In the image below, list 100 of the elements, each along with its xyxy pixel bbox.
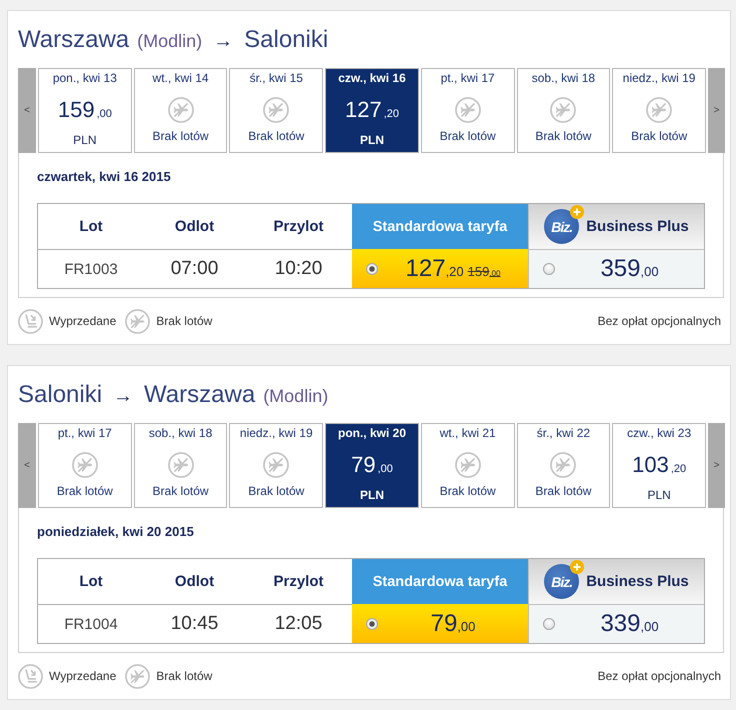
direction-arrow: → [213,29,234,54]
date-tile[interactable]: śr., kwi 22 Brak lotów [516,423,610,508]
column-title: Business Plus [586,218,689,235]
date-tile[interactable]: niedz., kwi 19 Brak lotów [612,68,706,153]
day-label: niedz., kwi 19 [240,425,313,441]
column-header: Lot [78,217,104,237]
currency-label: PLN [360,133,384,147]
radio-button[interactable] [366,262,378,274]
fee-note: Bez opłat opcjonalnych [598,314,721,328]
plane-slash-icon [454,97,481,123]
plus-badge-icon [570,560,584,574]
no-flights-label: Brak lotów [248,129,304,143]
day-label: sob., kwi 18 [148,425,212,441]
date-tile[interactable]: śr., kwi 15 Brak lotów [229,68,324,153]
radio-button[interactable] [543,618,555,630]
no-flights-label: Brak lotów [535,484,592,498]
flight-number: FR1004 [38,604,144,643]
legend-label: Wyprzedane [49,314,116,328]
city-name: Saloniki [18,380,102,410]
currency-label: PLN [73,133,97,147]
day-label: pt., kwi 17 [440,70,495,86]
day-label: pon., kwi 20 [338,425,406,441]
legend-label: Wyprzedane [49,669,116,683]
time-cell: 07:00 [144,249,245,288]
legend-label: Brak lotów [156,669,212,683]
date-tile[interactable]: czw., kwi 16 127,20 PLN [325,68,419,153]
plane-slash-icon [646,97,672,123]
next-button[interactable]: > [708,68,725,153]
fare-price: 79,00 [430,610,476,638]
plane-slash-icon [125,308,150,334]
previous-button[interactable]: < [18,68,36,153]
day-price: 127,20 [344,97,399,124]
date-tile[interactable]: pt., kwi 17 Brak lotów [420,68,515,153]
time-cell: 10:45 [144,604,245,643]
plane-slash-icon [168,97,194,123]
next-button[interactable]: > [708,423,725,508]
plane-slash-icon [454,452,481,478]
fare-price: 339,00 [600,610,659,638]
fee-note: Bez opłat opcjonalnych [598,669,721,683]
selected-date: poniedziałek, kwi 20 2015 [37,524,195,540]
column-header: Standardowa taryfa [352,204,528,249]
biz-logo: Biz. [544,209,580,244]
date-tile[interactable]: sob., kwi 18 Brak lotów [134,423,228,508]
day-label: wt., kwi 21 [440,425,496,441]
no-flights-label: Brak lotów [440,484,496,498]
date-tile[interactable]: wt., kwi 21 Brak lotów [420,423,515,508]
column-header: Odlot [174,217,216,237]
date-tile[interactable]: pon., kwi 20 79,00 PLN [325,423,419,508]
no-flights-label: Brak lotów [631,129,688,143]
seat-icon [18,308,43,334]
city-name: Warszawa [18,25,130,55]
airport-name: (Modlin) [263,385,328,408]
day-label: czw., kwi 16 [338,70,406,86]
city-name: Saloniki [244,25,328,55]
no-flights-label: Brak lotów [56,484,113,498]
column-header: Odlot [174,572,216,592]
date-tile[interactable]: czw., kwi 23 103,20 PLN [612,423,706,508]
seat-icon [18,664,43,688]
day-label: pt., kwi 17 [58,425,112,441]
plane-slash-icon [72,452,98,478]
day-label: niedz., kwi 19 [622,70,696,86]
legend-label: Brak lotów [156,314,212,328]
day-label: pon., kwi 13 [52,70,117,86]
column-title: Business Plus [586,573,689,590]
biz-logo: Biz. [544,564,580,599]
currency-label: PLN [647,488,671,502]
date-tile[interactable]: pon., kwi 13 159,00 PLN [38,68,132,153]
day-label: czw., kwi 23 [627,425,692,441]
plane-slash-icon [125,664,150,688]
direction-arrow: → [113,384,134,409]
airport-name: (Modlin) [137,30,202,53]
column-header: Przylot [272,217,324,237]
date-tile[interactable]: wt., kwi 14 Brak lotów [134,68,228,153]
date-tile[interactable]: pt., kwi 17 Brak lotów [38,423,132,508]
day-label: śr., kwi 15 [250,70,303,86]
day-label: sob., kwi 18 [532,70,596,86]
fare-price: 127,20 [406,254,464,282]
currency-label: PLN [360,488,384,502]
plane-slash-icon [550,97,576,123]
plane-slash-icon [550,452,576,478]
date-tile[interactable]: sob., kwi 18 Brak lotów [516,68,610,153]
plane-slash-icon [263,452,290,478]
column-header: Przylot [272,572,324,592]
day-price: 79,00 [351,452,393,479]
day-price: 159,00 [58,97,112,124]
no-flights-label: Brak lotów [440,129,496,143]
plus-badge-icon [570,205,584,219]
flight-number: FR1003 [38,249,144,288]
day-label: śr., kwi 22 [536,425,590,441]
plane-slash-icon [168,452,194,478]
plane-slash-icon [263,97,290,123]
no-flights-label: Brak lotów [535,129,592,143]
radio-button[interactable] [543,263,555,275]
old-price: 159,00 [468,264,500,278]
previous-button[interactable]: < [18,423,36,508]
radio-button[interactable] [366,618,378,630]
no-flights-label: Brak lotów [152,129,209,143]
date-tile[interactable]: niedz., kwi 19 Brak lotów [229,423,324,508]
fare-price: 359,00 [600,255,659,283]
column-header: Standardowa taryfa [352,559,528,604]
